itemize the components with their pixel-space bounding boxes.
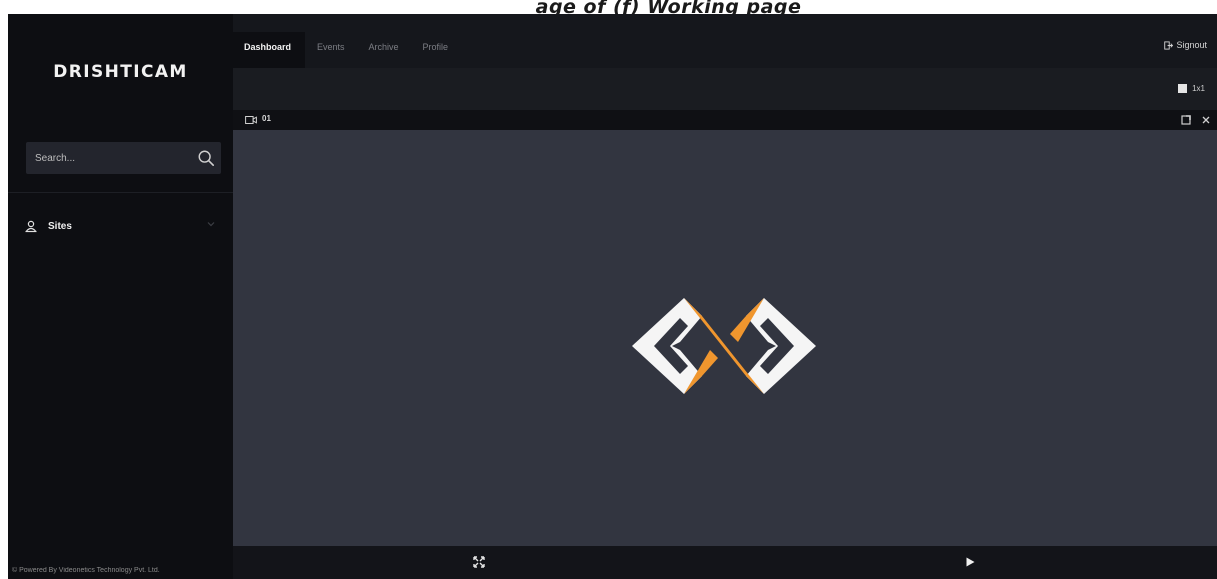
camera-tile-header: 01	[233, 110, 1217, 130]
layout-toolbar: 1x1	[233, 68, 1217, 110]
app-window: DRISHTICAM Sites © Powered By Videonetic…	[8, 14, 1217, 579]
sidebar-item-label: Sites	[48, 220, 72, 232]
grid-square-icon	[1178, 84, 1188, 93]
brand-logo: DRISHTICAM	[53, 62, 188, 82]
tab-archive[interactable]: Archive	[357, 32, 411, 68]
search-box[interactable]	[26, 142, 221, 174]
search-icon[interactable]	[197, 149, 215, 167]
sites-icon	[25, 220, 37, 233]
top-navigation: Dashboard Events Archive Profile Signout	[233, 14, 1217, 68]
search-input[interactable]	[26, 142, 186, 174]
fullscreen-icon[interactable]	[473, 556, 485, 568]
sidebar-item-sites[interactable]: Sites	[24, 217, 224, 235]
signout-label: Signout	[1176, 40, 1207, 50]
chevron-down-icon[interactable]	[206, 219, 216, 229]
signout-icon	[1164, 40, 1174, 50]
playback-controls	[233, 546, 1217, 579]
sidebar-divider	[8, 192, 233, 193]
tab-dashboard[interactable]: Dashboard	[233, 32, 306, 68]
tab-events[interactable]: Events	[305, 32, 357, 68]
tab-bar: Dashboard Events Archive Profile	[233, 32, 460, 68]
drishticam-logo	[632, 298, 816, 394]
layout-1x1-button[interactable]: 1x1	[1178, 84, 1205, 93]
signout-button[interactable]: Signout	[1164, 40, 1207, 50]
camera-label: 01	[262, 114, 271, 123]
sidebar: DRISHTICAM Sites © Powered By Videonetic…	[8, 14, 233, 579]
play-icon[interactable]	[964, 556, 976, 568]
video-viewport[interactable]	[233, 130, 1217, 546]
tab-profile[interactable]: Profile	[411, 32, 461, 68]
camera-icon	[245, 116, 257, 124]
caption-text: age of (ƒ) Working page	[535, 0, 802, 14]
maximize-icon[interactable]	[1181, 115, 1191, 125]
close-icon[interactable]	[1201, 115, 1211, 125]
page-caption: age of (ƒ) Working page	[0, 0, 1217, 14]
layout-label: 1x1	[1192, 84, 1205, 93]
footer-credit: © Powered By Videonetics Technology Pvt.…	[12, 567, 160, 574]
